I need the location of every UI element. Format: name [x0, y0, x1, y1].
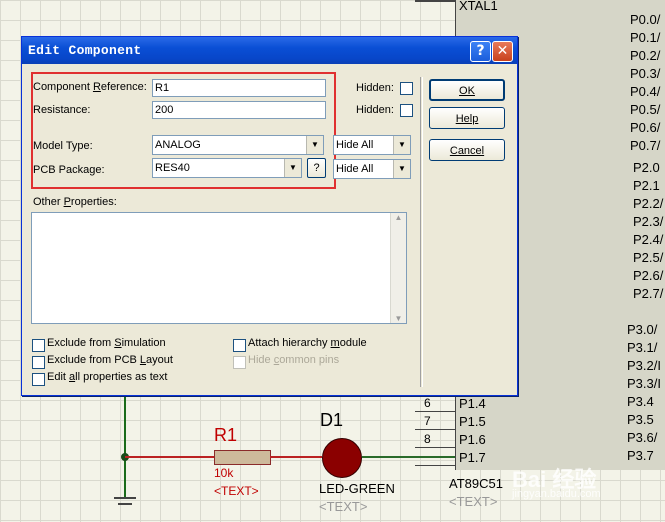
- edit-component-dialog: Edit Component ? ✕ Component Reference: …: [21, 36, 518, 396]
- pcb-package-select[interactable]: RES40 ▼: [152, 158, 302, 178]
- pin-label: P0.5/: [630, 102, 661, 117]
- hidden-label: Hidden:: [356, 104, 394, 116]
- hidden-reference-checkbox[interactable]: [400, 82, 413, 95]
- circuit-wire-2: [270, 456, 322, 458]
- pcb-package-help-button[interactable]: ?: [307, 158, 326, 178]
- p0-column: P0.0/ P0.1/ P0.2/ P0.3/ P0.4/ P0.5/ P0.6…: [630, 12, 665, 156]
- resistor-body: [214, 450, 271, 465]
- pcb-package-hide-select[interactable]: Hide All ▼: [333, 159, 411, 179]
- edit-all-label: Edit all properties as text: [47, 371, 168, 383]
- cancel-button[interactable]: Cancel: [429, 139, 505, 161]
- component-reference-input[interactable]: R1: [152, 79, 326, 97]
- ground-wire: [124, 394, 126, 498]
- pin-label: P1.5: [459, 414, 486, 429]
- model-type-value: ANALOG: [155, 139, 201, 151]
- other-properties-textarea[interactable]: ▲ ▼: [31, 212, 407, 324]
- model-type-label: Model Type:: [33, 140, 93, 152]
- resistance-input[interactable]: 200: [152, 101, 326, 119]
- hide-common-pins-label: Hide common pins: [248, 354, 340, 366]
- chevron-down-icon[interactable]: ▼: [306, 136, 323, 154]
- attach-hierarchy-checkbox[interactable]: [233, 339, 246, 352]
- pin-label: P3.7: [627, 448, 654, 463]
- model-type-hide-select[interactable]: Hide All ▼: [333, 135, 411, 155]
- watermark-url: jingyan.baidu.com: [512, 488, 601, 500]
- pin-label: P0.3/: [630, 66, 661, 81]
- titlebar-help-button[interactable]: ?: [470, 41, 491, 62]
- xtal-wire: [415, 0, 455, 2]
- pin-label: P3.4: [627, 394, 654, 409]
- d1-name: D1: [320, 410, 344, 430]
- r1-text: <TEXT>: [214, 484, 259, 498]
- other-properties-label: Other Properties:: [33, 196, 117, 208]
- pin-label: P0.1/: [630, 30, 661, 45]
- pin-label: P0.7/: [630, 138, 661, 153]
- exclude-simulation-checkbox[interactable]: [32, 339, 45, 352]
- model-type-select[interactable]: ANALOG ▼: [152, 135, 324, 155]
- pin-label: P3.3/I: [627, 376, 661, 391]
- exclude-pcb-checkbox[interactable]: [32, 356, 45, 369]
- scrollbar[interactable]: ▲ ▼: [390, 213, 406, 323]
- pin-label: P0.2/: [630, 48, 661, 63]
- attach-hierarchy-label: Attach hierarchy module: [248, 337, 367, 349]
- pin-label: P0.4/: [630, 84, 661, 99]
- exclude-simulation-label: Exclude from Simulation: [47, 337, 166, 349]
- circuit-wire: [125, 456, 215, 458]
- edit-all-checkbox[interactable]: [32, 373, 45, 386]
- chevron-down-icon[interactable]: ▼: [393, 160, 410, 178]
- pin-label: P2.1: [633, 178, 660, 193]
- p1-column: P1.4 P1.5 P1.6 P1.7: [459, 396, 486, 468]
- pin-label: P1.4: [459, 396, 486, 411]
- d1-type: LED-GREEN: [319, 481, 395, 496]
- ok-label: OK: [459, 85, 475, 97]
- ground-symbol: [114, 497, 136, 499]
- dialog-titlebar[interactable]: Edit Component ? ✕: [22, 37, 517, 64]
- r1-value: 10k: [214, 466, 234, 480]
- close-button[interactable]: ✕: [492, 41, 513, 62]
- pin-label: P3.1/: [627, 340, 658, 355]
- hide-common-pins-checkbox: [233, 356, 246, 369]
- ground-symbol-2: [118, 503, 132, 505]
- help-button[interactable]: Help: [429, 107, 505, 129]
- chevron-down-icon[interactable]: ▼: [284, 159, 301, 177]
- pin-label: P2.6/: [633, 268, 664, 283]
- pin-label: P3.5: [627, 412, 654, 427]
- chip-text: <TEXT>: [449, 494, 498, 509]
- pin-label: P1.6: [459, 432, 486, 447]
- pin-label: P1.7: [459, 450, 486, 465]
- pin-label: P2.7/: [633, 286, 664, 301]
- cancel-label: Cancel: [449, 145, 485, 157]
- led-symbol: [322, 438, 362, 478]
- pcb-package-value: RES40: [155, 162, 190, 174]
- component-reference-label: Component Reference:: [33, 81, 147, 93]
- pin-label: P2.5/: [633, 250, 664, 265]
- pin-label: P3.0/: [627, 322, 658, 337]
- chevron-down-icon[interactable]: ▼: [393, 136, 410, 154]
- help-label: Help: [455, 113, 479, 125]
- pin-label: P0.6/: [630, 120, 661, 135]
- p2-column: P2.0 P2.1 P2.2/ P2.3/ P2.4/ P2.5/ P2.6/ …: [633, 160, 665, 304]
- separator: [420, 77, 423, 387]
- dialog-title: Edit Component: [28, 43, 142, 58]
- pin-label: P2.2/: [633, 196, 664, 211]
- ok-button[interactable]: OK: [429, 79, 505, 101]
- xtal-label: XTAL1: [459, 0, 498, 13]
- pin-label: P2.4/: [633, 232, 664, 247]
- p3-column: P3.0/ P3.1/ P3.2/I P3.3/I P3.4 P3.5 P3.6…: [627, 322, 665, 466]
- r1-name: R1: [214, 425, 238, 445]
- hidden-resistance-checkbox[interactable]: [400, 104, 413, 117]
- resistance-label: Resistance:: [33, 104, 91, 116]
- chip-name: AT89C51: [449, 476, 503, 491]
- pcb-package-label: PCB Package:: [33, 164, 105, 176]
- pin-label: P3.2/I: [627, 358, 661, 373]
- d1-text: <TEXT>: [319, 499, 368, 514]
- exclude-pcb-label: Exclude from PCB Layout: [47, 354, 173, 366]
- pin-label: P3.6/: [627, 430, 658, 445]
- circuit-wire-3: [362, 456, 455, 458]
- pin-label: P2.0: [633, 160, 660, 175]
- pin-label: P0.0/: [630, 12, 661, 27]
- hidden-label: Hidden:: [356, 82, 394, 94]
- pin-label: P2.3/: [633, 214, 664, 229]
- hide-all-value: Hide All: [336, 139, 374, 151]
- hide-all-value: Hide All: [336, 163, 374, 175]
